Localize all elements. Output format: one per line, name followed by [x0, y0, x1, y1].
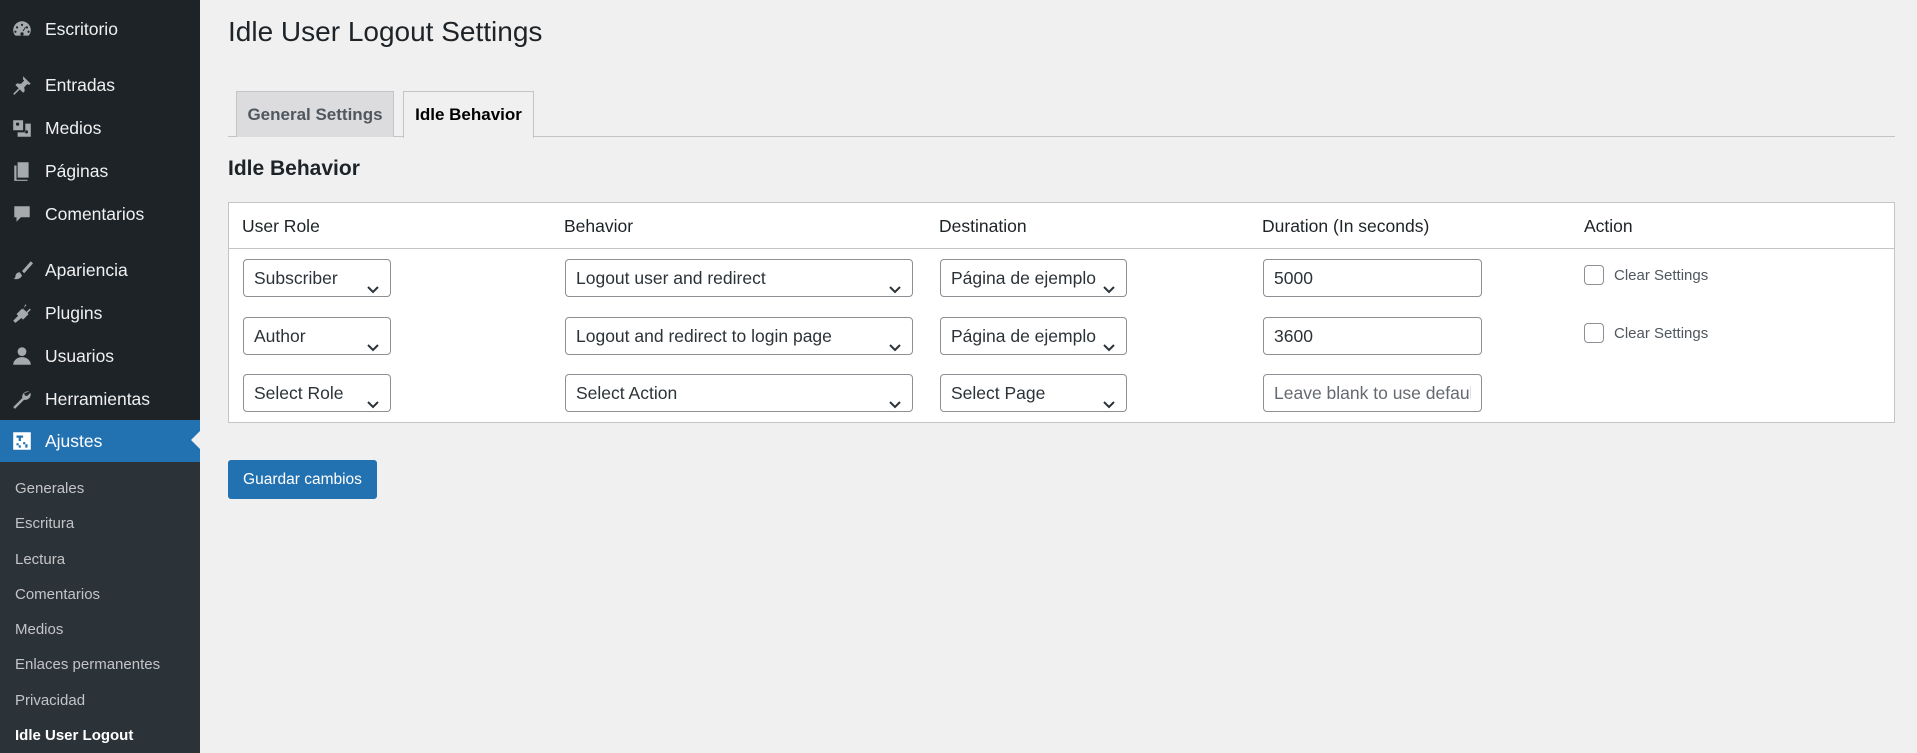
sidebar-item-usuarios[interactable]: Usuarios — [0, 336, 200, 376]
pages-icon — [11, 160, 33, 182]
destination-select[interactable]: Select Page — [940, 374, 1127, 412]
behavior-select[interactable]: Select Action — [565, 374, 913, 412]
select-value: Select Page — [951, 383, 1046, 403]
sidebar-item-plugins[interactable]: Plugins — [0, 293, 200, 333]
clear-settings-toggle[interactable]: Clear Settings — [1584, 322, 1708, 344]
admin-sidebar: Escritorio Entradas Medios Páginas Comen… — [0, 0, 200, 753]
chevron-down-icon — [1102, 272, 1116, 294]
sidebar-item-label: Páginas — [45, 160, 109, 181]
settings-icon — [11, 430, 33, 452]
sidebar-item-label: Ajustes — [45, 430, 103, 451]
sidebar-item-herramientas[interactable]: Herramientas — [0, 379, 200, 419]
destination-select[interactable]: Página de ejemplo — [940, 259, 1127, 297]
plugin-icon — [11, 302, 33, 324]
sidebar-item-label: Escritorio — [45, 18, 118, 39]
column-header-duration: Duration (In seconds) — [1262, 216, 1430, 236]
select-value: Logout and redirect to login page — [576, 326, 832, 346]
select-value: Página de ejemplo — [951, 326, 1096, 346]
sidebar-item-paginas[interactable]: Páginas — [0, 151, 200, 191]
select-value: Subscriber — [254, 268, 338, 288]
dashboard-icon — [11, 18, 33, 40]
sidebar-item-apariencia[interactable]: Apariencia — [0, 250, 200, 290]
select-value: Select Role — [254, 383, 344, 403]
sidebar-item-label: Entradas — [45, 74, 116, 95]
sidebar-item-label: Plugins — [45, 302, 103, 323]
tab-idle-behavior[interactable]: Idle Behavior — [403, 91, 534, 138]
section-title: Idle Behavior — [228, 157, 360, 180]
sidebar-item-label: Comentarios — [45, 203, 145, 224]
settings-submenu: Generales Escritura Lectura Comentarios … — [0, 462, 200, 753]
media-icon — [11, 117, 33, 139]
column-header-user-role: User Role — [242, 216, 320, 236]
chevron-down-icon — [366, 330, 380, 352]
sidebar-item-label: Usuarios — [45, 345, 115, 366]
sidebar-item-entradas[interactable]: Entradas — [0, 65, 200, 105]
user-icon — [11, 345, 33, 367]
column-header-action: Action — [1584, 216, 1633, 236]
chevron-down-icon — [366, 387, 380, 409]
page-title: Idle User Logout Settings — [228, 16, 543, 47]
clear-settings-checkbox[interactable] — [1584, 323, 1604, 343]
chevron-down-icon — [366, 272, 380, 294]
duration-input[interactable] — [1263, 374, 1482, 412]
select-value: Select Action — [576, 383, 678, 403]
idle-behavior-table: User Role Behavior Destination Duration … — [228, 202, 1895, 423]
behavior-select[interactable]: Logout and redirect to login page — [565, 317, 913, 355]
select-value: Author — [254, 326, 306, 346]
chevron-down-icon — [888, 272, 902, 294]
tab-bar: General Settings Idle Behavior — [228, 91, 1895, 138]
submenu-item-lectura[interactable]: Lectura — [15, 545, 65, 575]
current-menu-arrow — [191, 431, 200, 449]
clear-settings-label: Clear Settings — [1614, 266, 1709, 284]
submenu-item-enlaces-permanentes[interactable]: Enlaces permanentes — [15, 650, 160, 680]
sidebar-item-ajustes[interactable]: Ajustes — [0, 420, 200, 462]
chevron-down-icon — [1102, 330, 1116, 352]
clear-settings-label: Clear Settings — [1614, 324, 1709, 342]
chevron-down-icon — [888, 387, 902, 409]
tab-general-settings[interactable]: General Settings — [236, 91, 394, 137]
duration-input[interactable] — [1263, 259, 1482, 297]
save-changes-button[interactable]: Guardar cambios — [228, 460, 377, 499]
submenu-item-generales[interactable]: Generales — [15, 474, 84, 504]
submenu-item-privacidad[interactable]: Privacidad — [15, 686, 85, 716]
paintbrush-icon — [11, 259, 33, 281]
comment-icon — [11, 203, 33, 225]
duration-input[interactable] — [1263, 317, 1482, 355]
select-value: Página de ejemplo — [951, 268, 1096, 288]
submenu-item-comentarios[interactable]: Comentarios — [15, 580, 100, 610]
destination-select[interactable]: Página de ejemplo — [940, 317, 1127, 355]
wrench-icon — [11, 388, 33, 410]
sidebar-item-escritorio[interactable]: Escritorio — [0, 9, 200, 49]
chevron-down-icon — [1102, 387, 1116, 409]
sidebar-item-comentarios[interactable]: Comentarios — [0, 194, 200, 234]
pushpin-icon — [11, 74, 33, 96]
sidebar-item-label: Apariencia — [45, 259, 128, 280]
column-header-destination: Destination — [939, 216, 1027, 236]
sidebar-item-medios[interactable]: Medios — [0, 108, 200, 148]
column-header-behavior: Behavior — [564, 216, 634, 236]
table-header: User Role Behavior Destination Duration … — [229, 203, 1894, 249]
clear-settings-toggle[interactable]: Clear Settings — [1584, 264, 1708, 286]
submenu-item-idle-user-logout[interactable]: Idle User Logout — [15, 721, 133, 751]
clear-settings-checkbox[interactable] — [1584, 265, 1604, 285]
chevron-down-icon — [888, 330, 902, 352]
submenu-item-escritura[interactable]: Escritura — [15, 509, 74, 539]
user-role-select[interactable]: Select Role — [243, 374, 391, 412]
sidebar-item-label: Medios — [45, 117, 102, 138]
sidebar-item-label: Herramientas — [45, 388, 151, 409]
behavior-select[interactable]: Logout user and redirect — [565, 259, 913, 297]
select-value: Logout user and redirect — [576, 268, 766, 288]
user-role-select[interactable]: Author — [243, 317, 391, 355]
submenu-item-medios[interactable]: Medios — [15, 615, 63, 645]
user-role-select[interactable]: Subscriber — [243, 259, 391, 297]
